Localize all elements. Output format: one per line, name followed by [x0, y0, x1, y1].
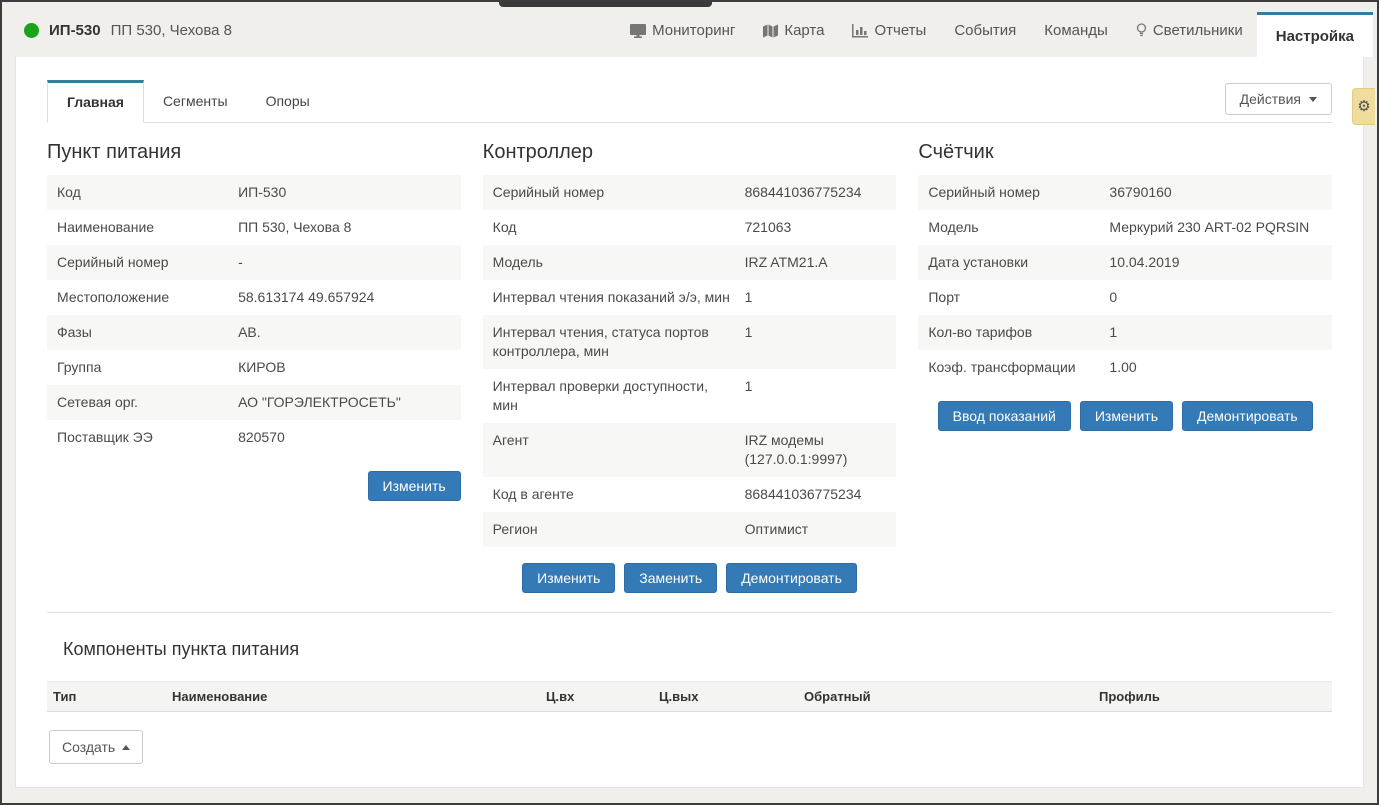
meter-dismount-button[interactable]: Демонтировать — [1182, 401, 1313, 431]
meter-title: Счётчик — [918, 141, 1332, 164]
nav-item-label: Команды — [1044, 22, 1108, 39]
nav-item-monitoring[interactable]: Мониторинг — [616, 4, 749, 57]
column-header-profile: Профиль — [1093, 682, 1332, 711]
controller-edit-button[interactable]: Изменить — [522, 563, 615, 593]
table-row: Интервал чтения, статуса портов контролл… — [483, 315, 897, 369]
nav-item-label: Карта — [784, 22, 824, 39]
table-row: КодИП-530 — [47, 175, 461, 210]
table-row: Серийный номер36790160 — [918, 175, 1332, 210]
top-edge-artifact — [499, 2, 712, 7]
table-row: Код721063 — [483, 210, 897, 245]
table-row: Дата установки10.04.2019 — [918, 245, 1332, 280]
components-section: Компоненты пункта питания Тип Наименован… — [16, 639, 1363, 764]
controller-title: Контроллер — [483, 141, 897, 164]
tab-main[interactable]: Главная — [47, 80, 144, 123]
column-header-input-circuit: Ц.вх — [540, 682, 653, 711]
monitor-icon — [630, 24, 646, 38]
nav-item-label: Светильники — [1153, 22, 1243, 39]
create-dropdown-button[interactable]: Создать — [49, 730, 143, 764]
table-row: Интервал чтения показаний э/э, мин1 — [483, 280, 897, 315]
chevron-up-icon — [122, 745, 130, 750]
table-row: Серийный номер868441036775234 — [483, 175, 897, 210]
controller-dismount-button[interactable]: Демонтировать — [726, 563, 857, 593]
tab-segments[interactable]: Сегменты — [144, 80, 247, 122]
table-row: ГруппаКИРОВ — [47, 350, 461, 385]
top-bar: ИП-530 ПП 530, Чехова 8 Мониторинг Карта… — [4, 4, 1375, 57]
station-code: ИП-530 — [49, 22, 101, 39]
top-navigation: Мониторинг Карта Отчеты События Команды … — [616, 4, 1375, 57]
meter-edit-button[interactable]: Изменить — [1080, 401, 1173, 431]
meter-section: Счётчик Серийный номер36790160 МодельМер… — [918, 141, 1332, 593]
nav-item-luminaires[interactable]: Светильники — [1122, 4, 1257, 57]
status-online-dot — [24, 23, 39, 38]
nav-item-label: Отчеты — [874, 22, 926, 39]
actions-button-label: Действия — [1240, 91, 1301, 107]
column-header-reverse: Обратный — [798, 682, 1093, 711]
table-row: Порт0 — [918, 280, 1332, 315]
actions-dropdown-button[interactable]: Действия — [1225, 83, 1332, 115]
table-row: Интервал проверки доступности, мин1 — [483, 369, 897, 423]
gear-icon: ⚙ — [1357, 99, 1370, 114]
nav-item-label: Мониторинг — [652, 22, 735, 39]
tabs-bar: Главная Сегменты Опоры Действия — [47, 80, 1332, 123]
table-row: Серийный номер- — [47, 245, 461, 280]
settings-gear-button[interactable]: ⚙ — [1352, 88, 1375, 125]
bulb-icon — [1136, 23, 1147, 38]
table-row: Кол-во тарифов1 — [918, 315, 1332, 350]
chevron-down-icon — [1309, 97, 1317, 102]
section-divider — [47, 612, 1332, 613]
nav-item-events[interactable]: События — [940, 4, 1030, 57]
power-point-table: КодИП-530 НаименованиеПП 530, Чехова 8 С… — [47, 175, 461, 455]
table-row: Сетевая орг.АО "ГОРЭЛЕКТРОСЕТЬ" — [47, 385, 461, 420]
table-row: Код в агенте868441036775234 — [483, 477, 897, 512]
table-row: РегионОптимист — [483, 512, 897, 547]
table-row: Коэф. трансформации1.00 — [918, 350, 1332, 385]
components-title: Компоненты пункта питания — [63, 639, 1332, 660]
map-icon — [763, 24, 778, 38]
nav-item-commands[interactable]: Команды — [1030, 4, 1122, 57]
info-columns: Пункт питания КодИП-530 НаименованиеПП 5… — [47, 141, 1332, 593]
column-header-name: Наименование — [166, 682, 540, 711]
power-point-title: Пункт питания — [47, 141, 461, 164]
nav-item-label: События — [954, 22, 1016, 39]
nav-item-settings[interactable]: Настройка — [1257, 12, 1373, 57]
components-table-header: Тип Наименование Ц.вх Ц.вых Обратный Про… — [47, 681, 1332, 712]
create-button-label: Создать — [62, 739, 115, 755]
column-header-output-circuit: Ц.вых — [653, 682, 798, 711]
table-row: Местоположение58.613174 49.657924 — [47, 280, 461, 315]
controller-section: Контроллер Серийный номер868441036775234… — [483, 141, 897, 593]
bar-chart-icon — [852, 24, 868, 38]
power-point-edit-button[interactable]: Изменить — [368, 471, 461, 501]
controller-replace-button[interactable]: Заменить — [624, 563, 717, 593]
table-row: Поставщик ЭЭ820570 — [47, 420, 461, 455]
table-row: АгентIRZ модемы (127.0.0.1:9997) — [483, 423, 897, 477]
meter-table: Серийный номер36790160 МодельМеркурий 23… — [918, 175, 1332, 385]
table-row: НаименованиеПП 530, Чехова 8 — [47, 210, 461, 245]
tab-poles[interactable]: Опоры — [247, 80, 329, 122]
table-row: МодельМеркурий 230 ART-02 PQRSIN — [918, 210, 1332, 245]
nav-item-map[interactable]: Карта — [749, 4, 838, 57]
nav-item-label: Настройка — [1276, 28, 1354, 45]
controller-table: Серийный номер868441036775234 Код721063 … — [483, 175, 897, 547]
main-panel: Главная Сегменты Опоры Действия Пункт пи… — [15, 57, 1364, 788]
power-point-section: Пункт питания КодИП-530 НаименованиеПП 5… — [47, 141, 461, 593]
station-name: ПП 530, Чехова 8 — [111, 22, 232, 39]
meter-readings-button[interactable]: Ввод показаний — [938, 401, 1071, 431]
table-row: ФазыAB. — [47, 315, 461, 350]
column-header-type: Тип — [47, 682, 166, 711]
table-row: МодельIRZ ATM21.A — [483, 245, 897, 280]
station-info: ИП-530 ПП 530, Чехова 8 — [4, 4, 232, 57]
nav-item-reports[interactable]: Отчеты — [838, 4, 940, 57]
